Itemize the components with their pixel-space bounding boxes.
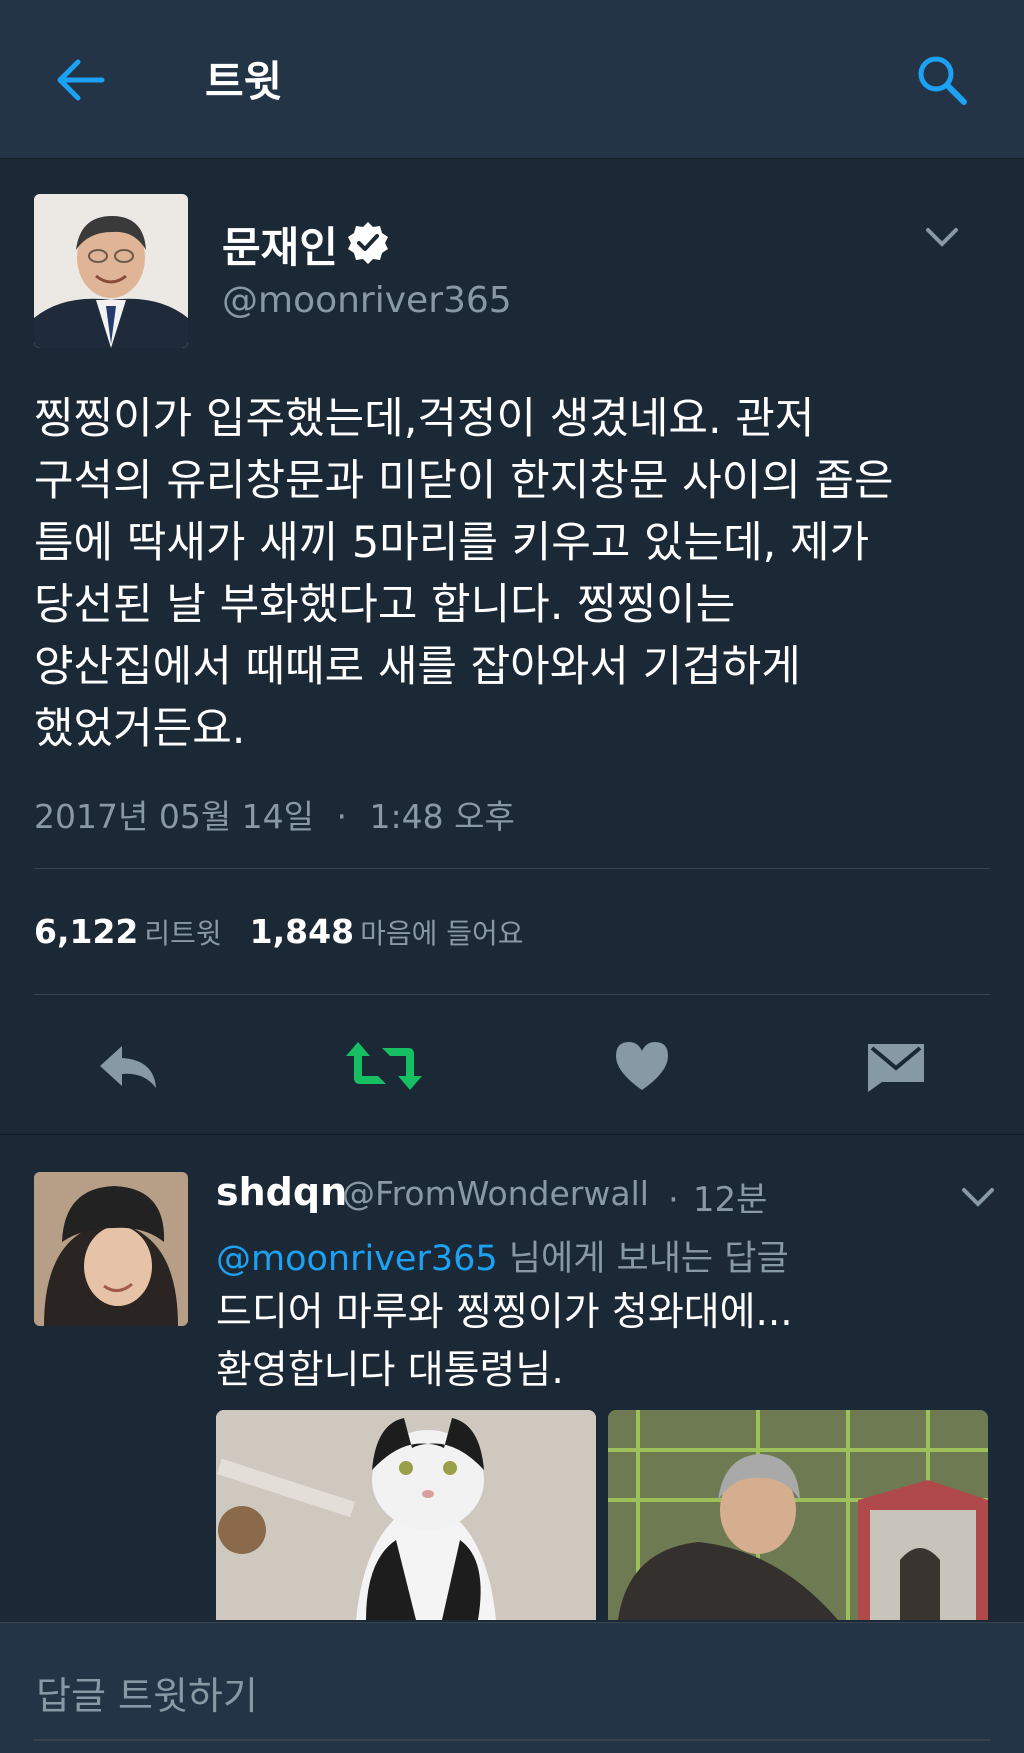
- author-name[interactable]: 문재인: [222, 214, 338, 275]
- chevron-down-icon[interactable]: [958, 1182, 998, 1212]
- tweet-date: 2017년 05월 14일: [34, 797, 315, 836]
- tweet-timestamp: 2017년 05월 14일 · 1:48 오후: [34, 790, 515, 838]
- reply-icon[interactable]: [96, 1038, 160, 1094]
- retweet-count[interactable]: 6,122: [34, 912, 138, 951]
- top-bar: 트윗: [0, 0, 1024, 159]
- like-label[interactable]: 마음에 들어요: [360, 917, 523, 950]
- reply-text: 드디어 마루와 찡찡이가 청와대에... 환영합니다 대통령님.: [216, 1290, 793, 1393]
- reply-time: · 12분: [668, 1172, 767, 1221]
- divider: [34, 994, 990, 995]
- reply-composer[interactable]: 답글 트윗하기: [0, 1622, 1024, 1753]
- reply-mention-link[interactable]: @moonriver365: [216, 1239, 498, 1279]
- reply-image-person[interactable]: [608, 1410, 988, 1620]
- chevron-down-icon[interactable]: [922, 222, 962, 252]
- page-title: 트윗: [205, 57, 283, 106]
- time-separator: ·: [336, 797, 348, 836]
- heart-icon[interactable]: [610, 1038, 674, 1094]
- retweet-label[interactable]: 리트윗: [144, 917, 221, 950]
- tweet-time: 1:48 오후: [369, 797, 515, 836]
- reply-to-suffix: 님에게 보내는 답글: [497, 1239, 789, 1279]
- reply-input-placeholder[interactable]: 답글 트윗하기: [36, 1665, 258, 1720]
- reply-to-line: @moonriver365 님에게 보내는 답글: [216, 1230, 789, 1281]
- reply-author-handle[interactable]: @FromWonderwall: [342, 1174, 649, 1213]
- search-icon[interactable]: [914, 52, 970, 108]
- reply-image-cat[interactable]: [216, 1410, 596, 1620]
- tweet-text: 찡찡이가 입주했는데,걱정이 생겼네요. 관저 구석의 유리창문과 미닫이 한지…: [34, 394, 894, 754]
- section-separator: [0, 1134, 1024, 1135]
- reply-time-value: 12분: [692, 1180, 768, 1220]
- divider: [34, 868, 990, 869]
- composer-underline: [34, 1739, 990, 1741]
- time-separator: ·: [668, 1180, 679, 1220]
- verified-badge-icon: [346, 220, 390, 264]
- mail-icon[interactable]: [864, 1038, 928, 1094]
- author-avatar[interactable]: [34, 194, 188, 348]
- tweet-stats: 6,122 리트윗 1,848 마음에 들어요: [34, 912, 552, 952]
- reply-avatar[interactable]: [34, 1172, 188, 1326]
- retweet-icon[interactable]: [344, 1038, 422, 1094]
- author-handle[interactable]: @moonriver365: [222, 280, 512, 321]
- back-arrow-icon[interactable]: [52, 52, 108, 108]
- like-count[interactable]: 1,848: [250, 912, 354, 951]
- reply-author-name[interactable]: shdqn: [216, 1170, 347, 1214]
